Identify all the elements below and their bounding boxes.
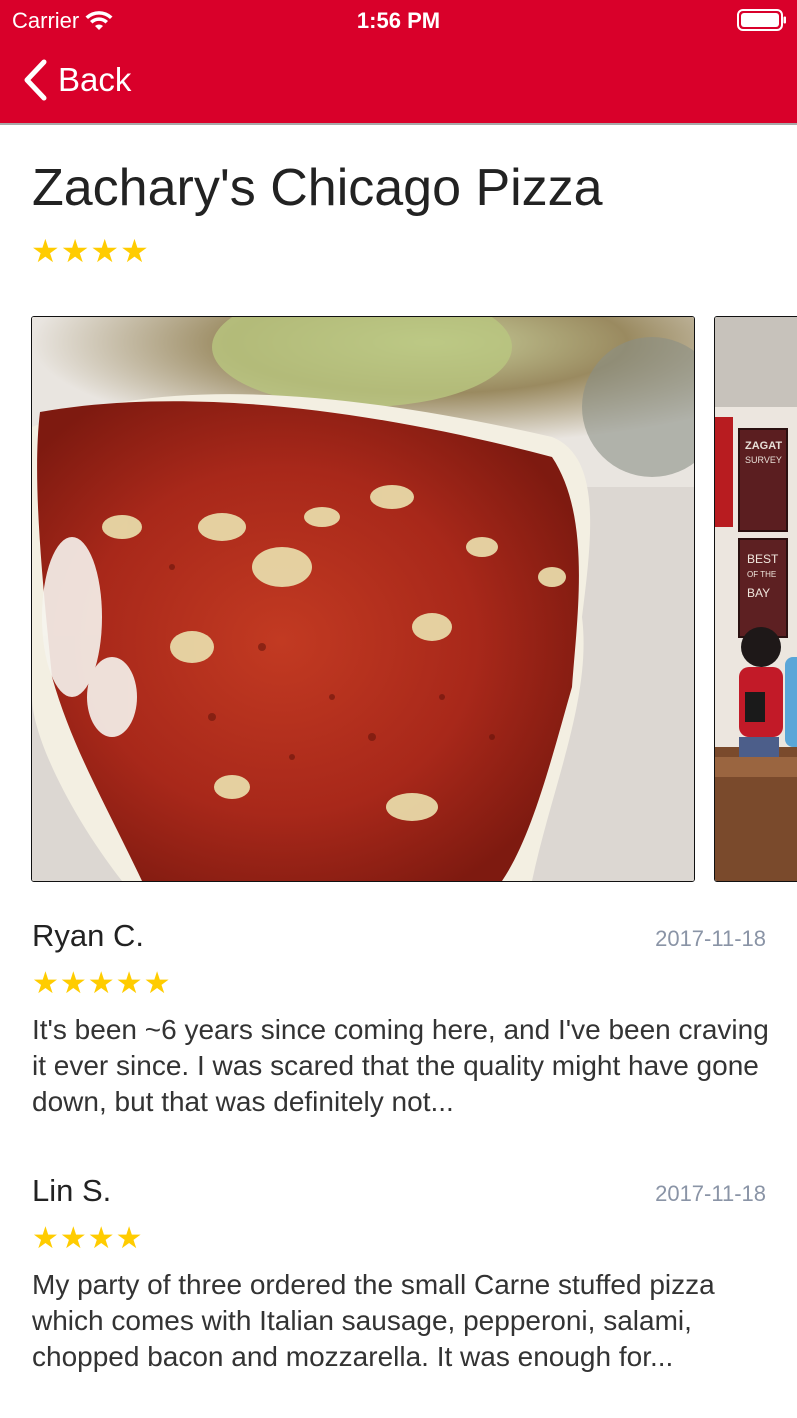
bay-sign-text: BAY [747,586,770,600]
pizza-photo[interactable] [31,316,695,882]
review-rating-stars: ★★★★ [32,1222,144,1255]
status-bar: Carrier 1:56 PM [0,0,797,40]
restaurant-interior-photo-icon: ZAGAT SURVEY BEST OF THE BAY [715,317,797,881]
of-the-sign-text: OF THE [747,570,776,579]
status-time: 1:56 PM [356,8,441,33]
chevron-left-icon [22,58,48,102]
review-date: 2017-11-18 [655,926,766,951]
restaurant-interior-photo[interactable]: ZAGAT SURVEY BEST OF THE BAY [714,316,797,882]
pizza-slice-photo-icon [32,317,694,881]
review-author: Ryan C. [32,918,144,953]
back-label: Back [58,61,132,98]
review-rating-stars: ★★★★★ [32,967,172,1000]
best-sign-text: BEST [747,552,779,566]
battery-icon [737,9,787,31]
review-date: 2017-11-18 [655,1181,766,1206]
photo-carousel[interactable]: ZAGAT SURVEY BEST OF THE BAY [0,316,797,882]
review-text: My party of three ordered the small Carn… [32,1269,715,1372]
restaurant-name: Zachary's Chicago Pizza [32,159,603,217]
back-button[interactable]: Back [22,58,131,102]
restaurant-rating-stars: ★★★★ [31,233,150,269]
review-text: It's been ~6 years since coming here, an… [32,1014,769,1117]
review-author: Lin S. [32,1173,112,1208]
navigation-bar: Carrier 1:56 PM Back [0,0,797,125]
zagat-sign-text: ZAGAT [745,440,782,452]
survey-sign-text: SURVEY [745,455,782,465]
